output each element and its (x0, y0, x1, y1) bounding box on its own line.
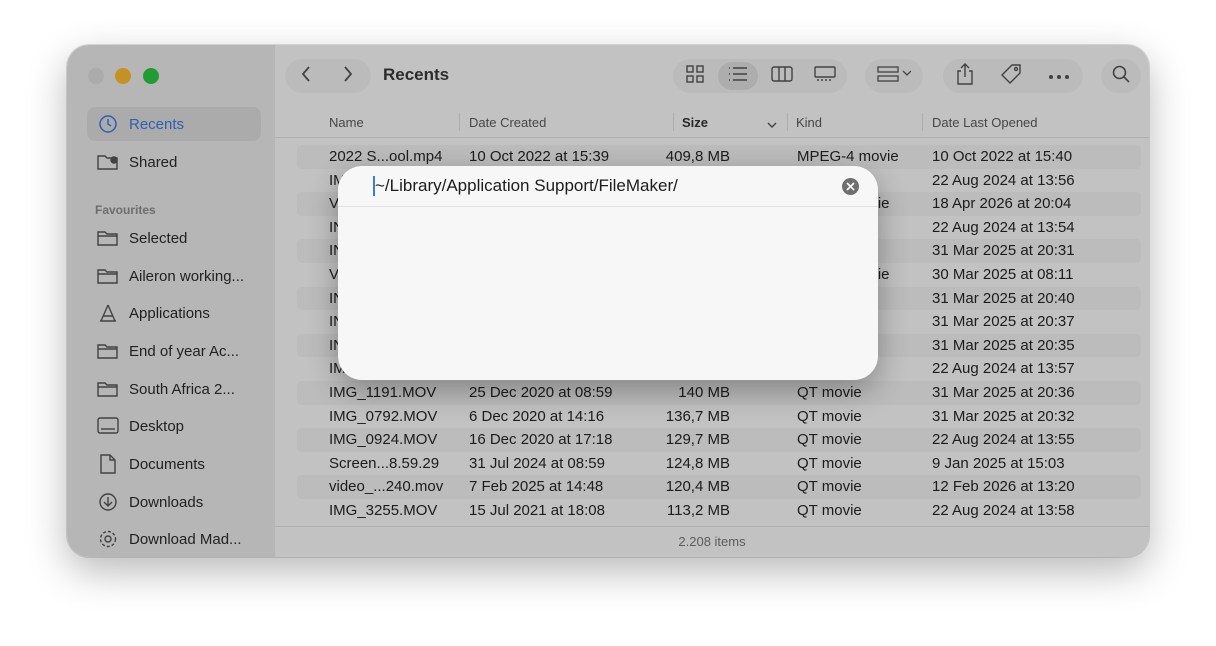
folder-path-input[interactable] (375, 166, 835, 206)
close-icon (846, 178, 855, 196)
clear-input-button[interactable] (842, 178, 859, 195)
path-field-container (338, 166, 878, 207)
go-to-folder-dialog (338, 166, 878, 380)
